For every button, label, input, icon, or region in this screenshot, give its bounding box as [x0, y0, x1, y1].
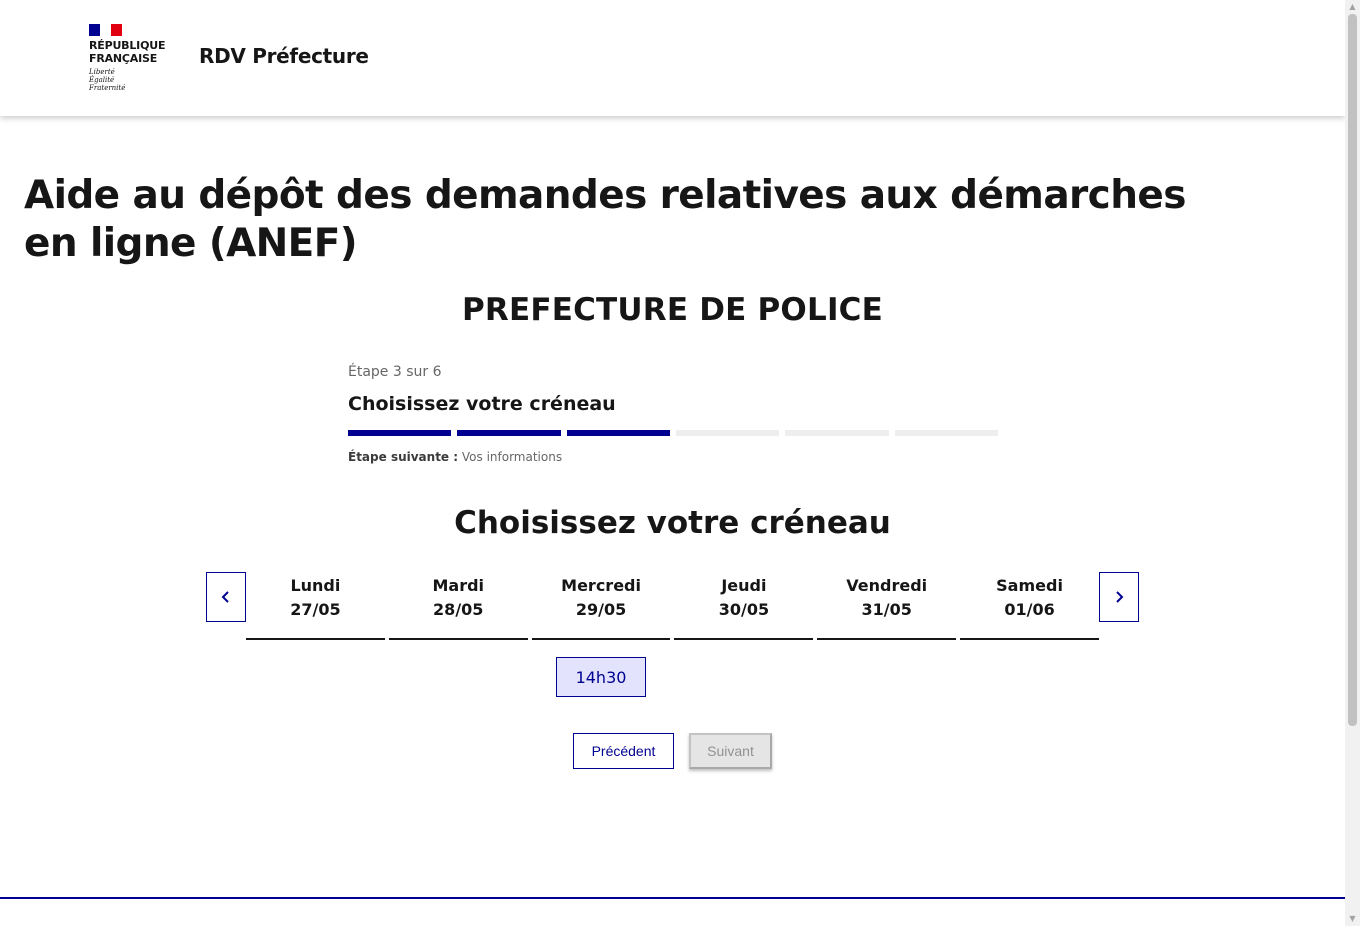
stepper-next-label: Étape suivante :: [348, 450, 459, 464]
page-title: Aide au dépôt des demandes relatives aux…: [24, 173, 1186, 266]
next-week-button[interactable]: [1099, 572, 1139, 622]
day-column: Vendredi 31/05: [817, 572, 957, 640]
day-name: Mardi: [432, 576, 485, 595]
day-date: 27/05: [290, 600, 341, 619]
footer-border: [0, 897, 1345, 899]
day-date: 30/05: [718, 600, 770, 619]
previous-week-button[interactable]: [206, 572, 246, 622]
stepper-segment: [785, 430, 889, 436]
site-header: RÉPUBLIQUE FRANÇAISE Liberté Égalité Fra…: [0, 0, 1345, 116]
stepper-segment: [566, 430, 670, 436]
day-name: Mercredi: [561, 576, 641, 595]
day-date: 31/05: [861, 600, 912, 619]
page: RÉPUBLIQUE FRANÇAISE Liberté Égalité Fra…: [0, 0, 1345, 926]
stepper-segment: [675, 430, 780, 436]
stepper-title: Choisissez votre créneau: [348, 393, 616, 415]
day-column: Samedi 01/06: [960, 572, 1099, 640]
day-column: Lundi 27/05: [246, 572, 385, 640]
day-name: Lundi: [290, 576, 341, 595]
chevron-right-icon: [1116, 591, 1124, 603]
stepper-segment: [894, 430, 998, 436]
french-flag-icon: [89, 24, 122, 36]
stepper-state: Étape 3 sur 6: [348, 364, 442, 380]
slot-heading: Choisissez votre créneau: [454, 505, 891, 541]
time-slot-button[interactable]: 14h30: [556, 657, 646, 697]
stepper-progress: [348, 430, 998, 436]
day-name: Vendredi: [846, 576, 928, 595]
stepper-segment: [348, 430, 452, 436]
stepper-next-step: Étape suivante : Vos informations: [348, 450, 998, 464]
day-column: Mercredi 29/05: [531, 572, 671, 640]
scroll-down-icon[interactable]: ▼: [1345, 912, 1360, 926]
day-date: 28/05: [433, 600, 484, 619]
service-name[interactable]: RDV Préfecture: [199, 44, 369, 68]
republique-francaise-logo[interactable]: RÉPUBLIQUE FRANÇAISE Liberté Égalité Fra…: [89, 24, 179, 96]
days-row: Lundi 27/05 Mardi 28/05 Mercredi 29/05 J…: [246, 572, 1099, 640]
day-column: Jeudi 30/05: [674, 572, 814, 640]
next-button[interactable]: Suivant: [689, 733, 772, 769]
logo-title: RÉPUBLIQUE FRANÇAISE: [89, 39, 166, 65]
chevron-left-icon: [221, 591, 229, 603]
scrollbar-thumb[interactable]: [1348, 14, 1357, 726]
day-date: 29/05: [575, 600, 627, 619]
stepper-next-value: Vos informations: [461, 450, 563, 464]
logo-motto: Liberté Égalité Fraternité: [89, 68, 126, 92]
day-name: Samedi: [996, 576, 1063, 595]
day-column: Mardi 28/05: [388, 572, 528, 640]
previous-button[interactable]: Précédent: [573, 733, 674, 769]
day-name: Jeudi: [721, 576, 767, 595]
prefecture-name: PREFECTURE DE POLICE: [461, 292, 884, 328]
stepper: Étape 3 sur 6 Choisissez votre créneau É…: [348, 362, 998, 464]
day-date: 01/06: [1004, 600, 1055, 619]
vertical-scrollbar[interactable]: ▲ ▼: [1345, 0, 1360, 926]
stepper-segment: [457, 430, 561, 436]
scroll-up-icon[interactable]: ▲: [1345, 0, 1360, 14]
